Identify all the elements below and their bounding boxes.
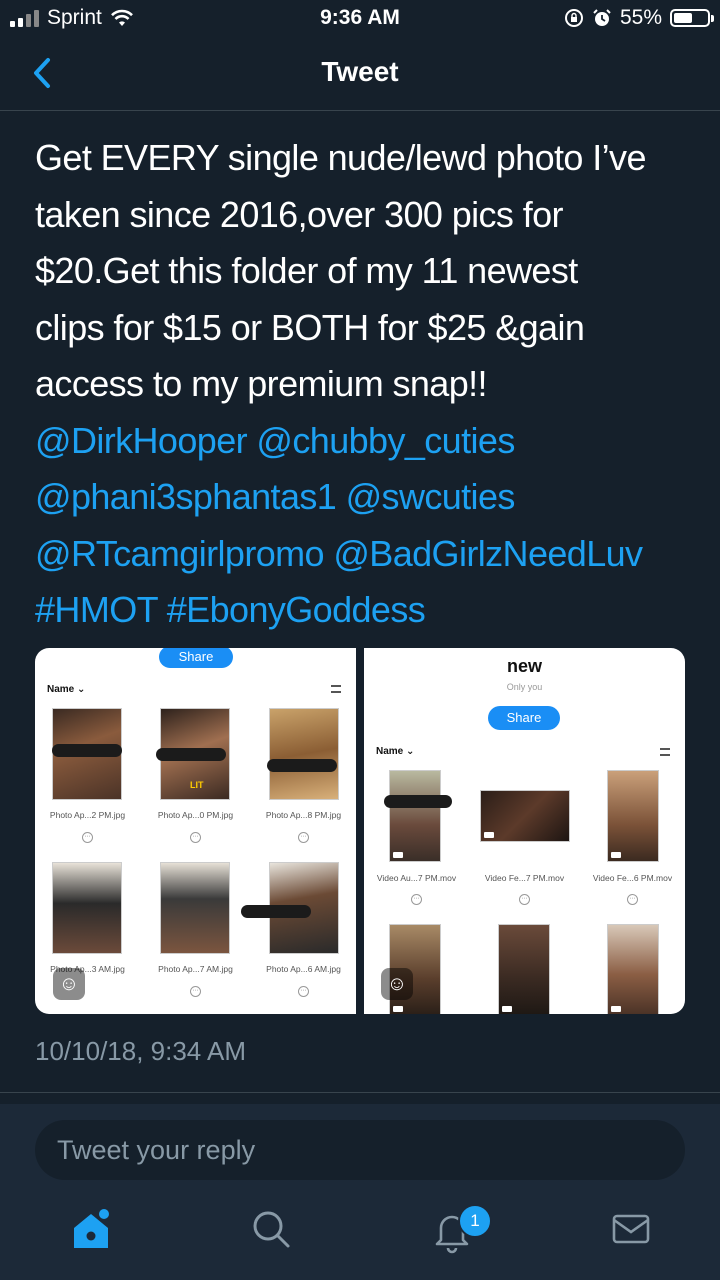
photo-thumbnail xyxy=(269,708,339,800)
video-icon xyxy=(484,832,494,838)
rotation-lock-icon xyxy=(564,9,583,27)
sticker-icon[interactable]: ☺ xyxy=(53,968,85,1000)
status-bar: Sprint 9:36 AM 55% xyxy=(0,0,720,36)
video-icon xyxy=(393,852,403,858)
censor-bar xyxy=(241,905,311,918)
file-caption: Photo Ap...6 AM.jpg xyxy=(266,964,341,974)
file-caption: Video Fe...7 PM.mov xyxy=(484,873,565,883)
hashtags-row: #HMOT #EbonyGoddess xyxy=(35,582,695,639)
more-icon: ⋯ xyxy=(298,986,309,997)
file-caption: Photo Ap...0 PM.jpg xyxy=(157,810,234,820)
more-icon: ⋯ xyxy=(82,832,93,843)
notification-badge: 1 xyxy=(458,1204,492,1238)
sort-label: Name ⌄ xyxy=(376,746,415,757)
media-image-left[interactable]: Share Name ⌄ LIT Photo Ap...2 PM.jpg Pho… xyxy=(35,648,356,1014)
share-button: Share xyxy=(159,648,233,668)
reply-input[interactable] xyxy=(35,1120,685,1180)
mention-link[interactable]: @chubby_cuties xyxy=(256,420,515,461)
video-thumbnail xyxy=(607,924,659,1014)
more-icon: ⋯ xyxy=(627,894,638,905)
tweet-line: $20.Get this folder of my 11 newest xyxy=(35,250,578,291)
media-image-right[interactable]: new Only you Share Name ⌄ Video Au...7 P… xyxy=(364,648,685,1014)
tweet-text: Get EVERY single nude/lewd photo I’ve ta… xyxy=(35,130,695,639)
search-icon[interactable] xyxy=(246,1204,296,1254)
mentions-row: @DirkHooper @chubby_cuties xyxy=(35,413,695,470)
battery-icon xyxy=(670,9,714,27)
folder-subtitle: Only you xyxy=(506,682,543,692)
censor-bar xyxy=(156,748,226,761)
nav-bar: Tweet xyxy=(0,36,720,111)
censor-bar xyxy=(267,759,337,772)
file-caption: Photo Ap...2 PM.jpg xyxy=(49,810,126,820)
video-icon xyxy=(611,852,621,858)
video-thumbnail xyxy=(607,770,659,862)
page-title: Tweet xyxy=(321,56,399,87)
video-icon xyxy=(393,1006,403,1012)
video-thumbnail xyxy=(498,924,550,1014)
tweet-line: access to my premium snap!! xyxy=(35,363,488,404)
censor-bar xyxy=(384,795,452,808)
home-icon[interactable] xyxy=(66,1204,116,1254)
sort-label-text: Name xyxy=(376,746,404,757)
photo-thumbnail xyxy=(52,862,122,954)
mention-link[interactable]: @phani3sphantas1 xyxy=(35,476,337,517)
alarm-icon xyxy=(593,9,611,26)
mail-icon[interactable] xyxy=(606,1204,656,1254)
censor-bar xyxy=(52,744,122,757)
file-caption: Photo Ap...8 PM.jpg xyxy=(265,810,342,820)
divider xyxy=(0,1092,720,1093)
mentions-row: @RTcamgirlpromo @BadGirlzNeedLuv xyxy=(35,526,695,583)
more-icon: ⋯ xyxy=(190,832,201,843)
hashtag-link[interactable]: #HMOT xyxy=(35,589,158,630)
mention-link[interactable]: @RTcamgirlpromo xyxy=(35,533,325,574)
video-icon xyxy=(611,1006,621,1012)
file-caption: Video Fe...6 PM.mov xyxy=(592,873,673,883)
more-icon: ⋯ xyxy=(519,894,530,905)
battery-percent: 55% xyxy=(619,6,662,29)
tweet-line: clips for $15 or BOTH for $25 &gain xyxy=(35,306,585,348)
more-icon: ⋯ xyxy=(190,986,201,997)
tab-bar xyxy=(0,1186,720,1280)
mention-link[interactable]: @swcuties xyxy=(346,476,516,517)
tweet-line: Get EVERY single nude/lewd photo I’ve xyxy=(35,137,646,178)
video-thumbnail xyxy=(480,790,570,842)
folder-title: new xyxy=(506,656,542,676)
hashtag-link[interactable]: #EbonyGoddess xyxy=(167,589,426,630)
mentions-row: @phani3sphantas1 @swcuties xyxy=(35,469,695,526)
video-thumbnail xyxy=(389,770,441,862)
sort-label-text: Name xyxy=(47,684,75,695)
file-caption: Photo Ap...7 AM.jpg xyxy=(158,964,233,974)
tweet-line: taken since 2016,over 300 pics for xyxy=(35,193,564,235)
share-button: Share xyxy=(488,706,560,730)
more-icon: ⋯ xyxy=(298,832,309,843)
status-right: 55% xyxy=(564,6,714,30)
file-caption: Photo Ap...3 AM.jpg xyxy=(50,964,125,974)
mention-link[interactable]: @BadGirlzNeedLuv xyxy=(333,533,643,574)
video-icon xyxy=(502,1006,512,1012)
tweet-media[interactable]: Share Name ⌄ LIT Photo Ap...2 PM.jpg Pho… xyxy=(35,648,685,1014)
tweet-timestamp: 10/10/18, 9:34 AM xyxy=(35,1036,247,1066)
mention-link[interactable]: @DirkHooper xyxy=(35,420,248,461)
more-icon: ⋯ xyxy=(411,894,422,905)
photo-thumbnail xyxy=(160,862,230,954)
list-view-icon xyxy=(660,748,670,756)
sticker-icon[interactable]: ☺ xyxy=(381,968,413,1000)
sort-label: Name ⌄ xyxy=(47,684,86,695)
file-caption: Video Au...7 PM.mov xyxy=(376,873,457,883)
list-view-icon xyxy=(331,685,341,693)
